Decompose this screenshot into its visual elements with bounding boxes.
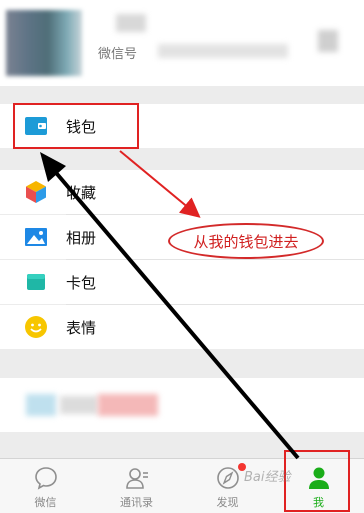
menu-item-cards[interactable]: 卡包 [0,260,364,304]
profile-header[interactable]: 微信号 [0,0,364,86]
tab-label-discover: 发现 [216,496,239,509]
menu-label-favorites: 收藏 [66,183,97,202]
tab-label-chats: 微信 [34,496,57,509]
menu-label-stickers: 表情 [66,318,97,337]
compass-icon [217,467,239,489]
album-icon [24,225,48,249]
menu-item-stickers[interactable]: 表情 [0,305,364,349]
chat-bubble-icon [35,467,57,490]
avatar[interactable] [6,10,82,76]
menu-label-cards: 卡包 [66,273,97,292]
annotation-callout-text: 从我的钱包进去 [193,232,299,251]
menu-item-blurred[interactable] [0,378,364,432]
smiley-icon [24,315,48,339]
wechat-id-label: 微信号 [98,47,138,62]
menu-item-favorites[interactable]: 收藏 [0,170,364,214]
blurred-icon [26,394,56,416]
nickname-blurred [116,14,146,32]
annotation-callout: 从我的钱包进去 [168,223,324,259]
tab-contacts[interactable]: 通讯录 [91,459,182,513]
contacts-icon [126,468,148,489]
tab-label-contacts: 通讯录 [120,496,153,509]
menu-label-album: 相册 [66,228,97,247]
card-pack-icon [24,270,48,294]
qrcode-icon[interactable] [318,30,338,52]
watermark: Bai经验 [244,470,291,485]
highlight-box-wallet [13,103,139,149]
blurred-label [60,396,98,414]
blurred-label [98,394,158,416]
favorites-cube-icon [24,180,48,204]
highlight-box-me-tab [284,450,350,512]
wechat-id-blurred [158,44,288,58]
tab-chats[interactable]: 微信 [0,459,91,513]
